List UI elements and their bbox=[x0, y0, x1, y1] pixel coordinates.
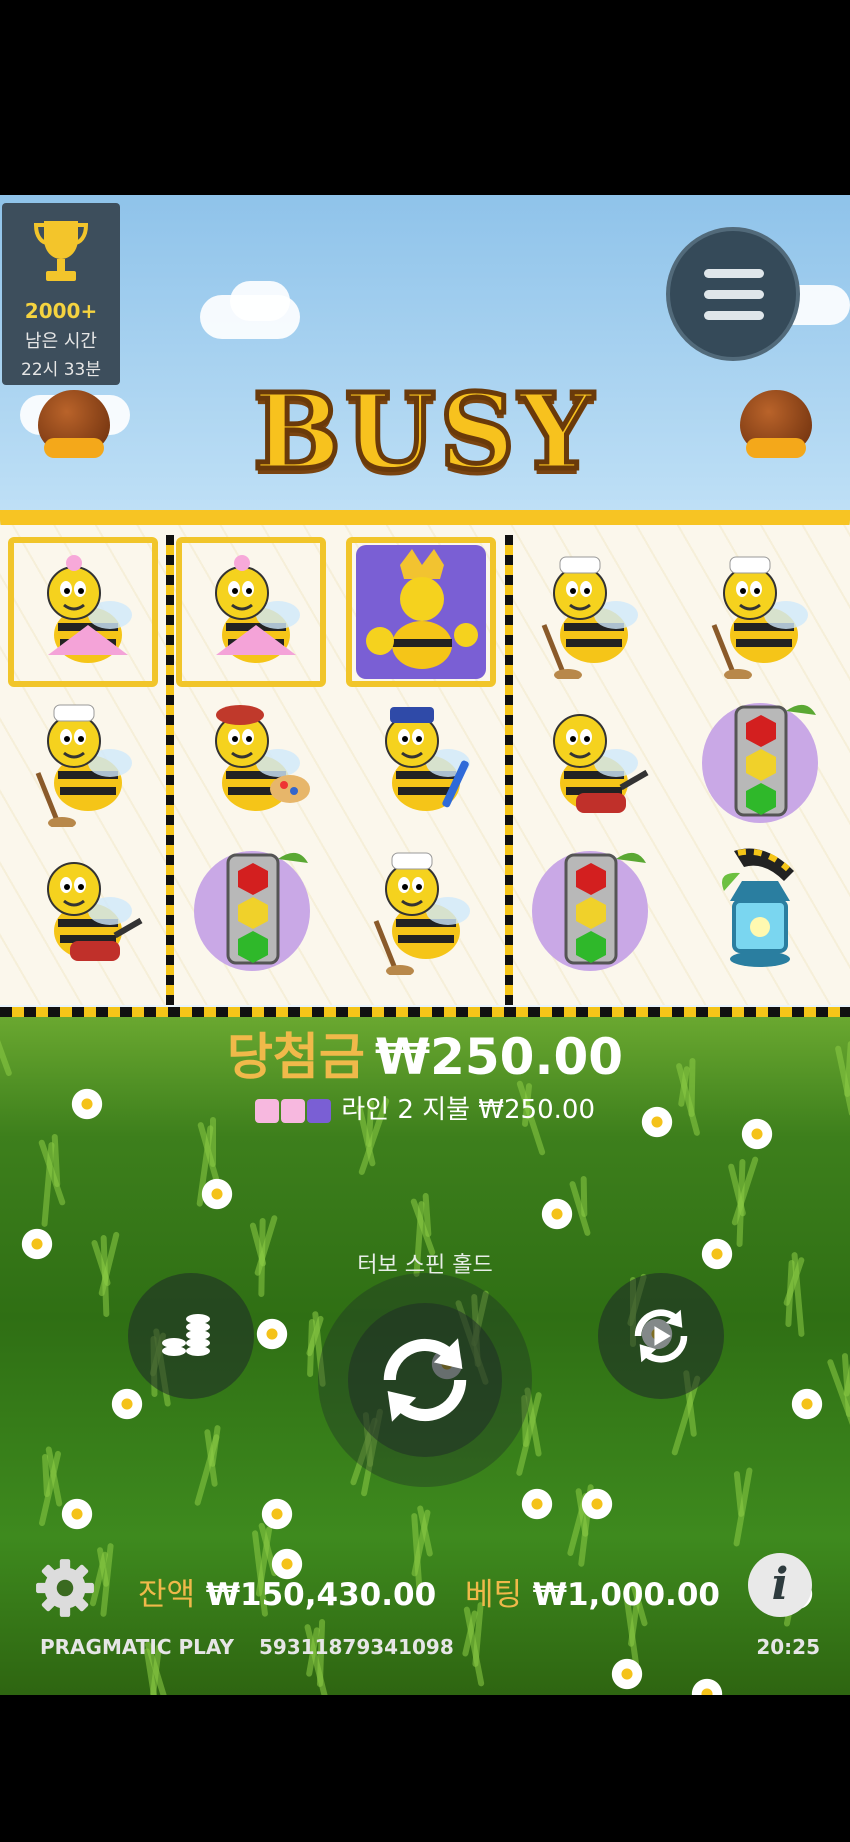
daisy-flower bbox=[580, 1487, 614, 1521]
reel-separator bbox=[505, 535, 513, 1005]
daisy-flower bbox=[20, 1227, 54, 1261]
reel-symbol-chef-bee bbox=[346, 833, 496, 983]
round-id: 59311879341098 bbox=[258, 1635, 454, 1659]
daisy-flower bbox=[610, 1657, 644, 1691]
win-label: 당첨금 bbox=[226, 1028, 365, 1086]
bet-amount[interactable]: ₩1,000.00 bbox=[533, 1577, 720, 1613]
daisy-flower bbox=[60, 1497, 94, 1531]
reel-symbol-chef-bee bbox=[8, 685, 158, 835]
traffic-light-icon bbox=[194, 851, 310, 971]
bet-label: 베팅 bbox=[464, 1577, 522, 1613]
tournament-count: 2000+ bbox=[24, 299, 98, 323]
honey-pot-icon bbox=[38, 390, 110, 458]
trophy-icon bbox=[34, 221, 88, 281]
traffic-light-icon bbox=[702, 703, 818, 823]
reel-symbol-ballerina-bee bbox=[176, 537, 326, 687]
chef-bee-icon bbox=[35, 704, 132, 827]
painter-bee-icon bbox=[215, 705, 310, 811]
info-button[interactable]: i bbox=[748, 1553, 812, 1617]
game-logo: BUSY BEES bbox=[0, 368, 850, 619]
bet-coins-button[interactable] bbox=[128, 1273, 254, 1399]
menu-button[interactable] bbox=[666, 227, 800, 361]
reel-symbol-traffic-light bbox=[684, 685, 834, 835]
coins-icon bbox=[162, 1314, 210, 1356]
autoplay-icon bbox=[634, 1309, 688, 1363]
daisy-flower bbox=[255, 1317, 289, 1351]
info-icon: i bbox=[771, 1559, 789, 1610]
reel-symbol-guitar-bee bbox=[514, 685, 664, 835]
honey-pot-icon bbox=[740, 390, 812, 458]
game-area: 2000+ 남은 시간 22시 33분 BUSY BEES bbox=[0, 195, 850, 1695]
ballerina-bee-icon bbox=[255, 1098, 280, 1123]
line-pay-text: 라인 2 지불 ₩250.00 bbox=[341, 1095, 595, 1125]
police-bee-icon bbox=[385, 707, 470, 811]
reel-symbol-painter-bee bbox=[176, 685, 326, 835]
reel-grid bbox=[0, 525, 850, 1005]
balance-bet-bar: 잔액 ₩150,430.00 베팅 ₩1,000.00 bbox=[138, 1569, 720, 1614]
reel-symbol-ballerina-bee bbox=[8, 537, 158, 687]
daisy-flower bbox=[520, 1487, 554, 1521]
tournament-panel[interactable]: 2000+ 남은 시간 22시 33분 bbox=[2, 203, 120, 385]
clock: 20:25 bbox=[756, 1635, 820, 1659]
chef-bee-icon bbox=[711, 556, 808, 679]
daisy-flower bbox=[540, 1197, 574, 1231]
daisy-flower bbox=[260, 1497, 294, 1531]
reel-symbol-chef-bee bbox=[514, 537, 664, 687]
reel-symbol-traffic-light bbox=[514, 833, 664, 983]
tournament-label: 남은 시간 bbox=[25, 331, 97, 352]
provider-brand: PRAGMATIC PLAY bbox=[40, 1635, 234, 1659]
guitar-bee-icon bbox=[47, 862, 143, 961]
balance-label: 잔액 bbox=[138, 1577, 196, 1613]
queen-bee-icon bbox=[307, 1098, 332, 1123]
chef-bee-icon bbox=[541, 556, 638, 679]
reel-symbol-queen-bee-wild bbox=[346, 537, 496, 687]
autoplay-button[interactable] bbox=[598, 1273, 724, 1399]
lantern-icon bbox=[722, 848, 794, 967]
guitar-bee-icon bbox=[553, 714, 649, 813]
winning-line-info: 라인 2 지불 ₩250.00 bbox=[0, 1089, 850, 1126]
spin-button[interactable] bbox=[318, 1273, 532, 1487]
reel-symbol-police-bee bbox=[346, 685, 496, 835]
cloud bbox=[230, 281, 290, 321]
balance-amount: ₩150,430.00 bbox=[205, 1577, 437, 1613]
ballerina-bee-icon bbox=[215, 555, 300, 663]
reel-symbol-lantern bbox=[684, 833, 834, 983]
reel-symbol-chef-bee bbox=[684, 537, 834, 687]
reel-separator bbox=[166, 535, 174, 1005]
daisy-flower bbox=[790, 1387, 824, 1421]
traffic-light-icon bbox=[532, 851, 648, 971]
win-amount: ₩250.00 bbox=[374, 1028, 624, 1086]
menu-icon bbox=[704, 269, 764, 278]
win-display: 당첨금 ₩250.00 bbox=[0, 1017, 850, 1087]
footer: PRAGMATIC PLAY 59311879341098 20:25 bbox=[40, 1635, 820, 1659]
spin-icon bbox=[383, 1338, 467, 1422]
ballerina-bee-icon bbox=[47, 555, 132, 663]
daisy-flower bbox=[700, 1237, 734, 1271]
reel-border bbox=[0, 1007, 850, 1017]
chef-bee-icon bbox=[373, 852, 470, 975]
daisy-flower bbox=[690, 1677, 724, 1695]
daisy-flower bbox=[200, 1177, 234, 1211]
reel-symbol-guitar-bee bbox=[8, 833, 158, 983]
reel-symbol-traffic-light bbox=[176, 833, 326, 983]
daisy-flower bbox=[110, 1387, 144, 1421]
settings-gear-icon[interactable] bbox=[34, 1557, 96, 1619]
ballerina-bee-icon bbox=[281, 1098, 306, 1123]
queen-bee-wild-icon bbox=[356, 545, 486, 679]
